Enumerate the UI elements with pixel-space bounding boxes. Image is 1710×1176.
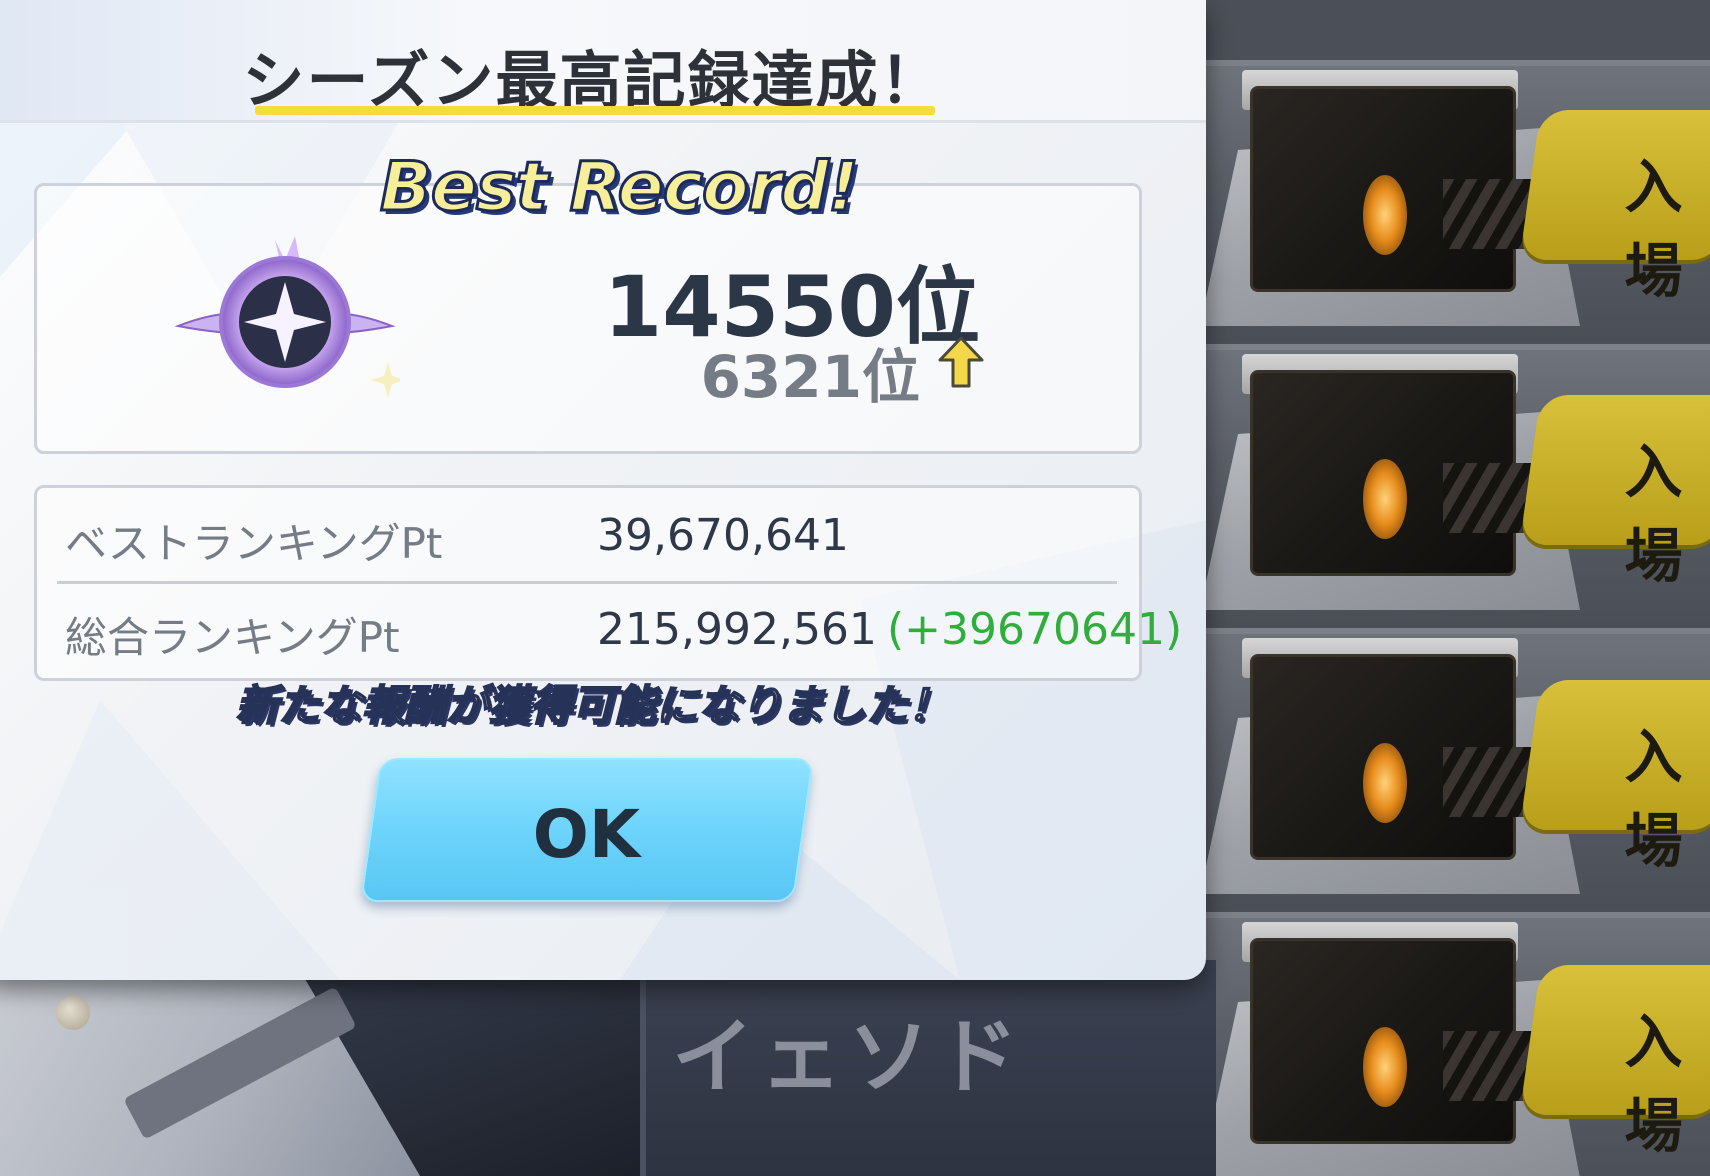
- enter-button-label: 入場: [1624, 1008, 1683, 1160]
- box-image: [1250, 938, 1553, 1144]
- enter-button[interactable]: 入場: [1519, 680, 1710, 875]
- box-light: [1363, 175, 1407, 255]
- total-ranking-pt-label: 総合ランキングPt: [65, 613, 400, 662]
- box-light: [1363, 1027, 1407, 1107]
- box-image: [1250, 370, 1553, 576]
- enter-button[interactable]: 入場: [1519, 965, 1710, 1160]
- table-row: ベストランキングPt 39,670,641: [37, 488, 1139, 582]
- enter-button[interactable]: 入場: [1519, 395, 1710, 590]
- enter-button[interactable]: 入場: [1519, 110, 1710, 305]
- title-underline: [255, 106, 935, 115]
- box-image: [1250, 86, 1553, 292]
- reward-available-message: 新たな報酬が獲得可能になりました！: [235, 680, 951, 731]
- enter-button-label: 入場: [1624, 438, 1683, 590]
- best-record-banner: Best Record!: [379, 147, 861, 229]
- season-best-record-dialog: シーズン最高記録達成！ Best Record! 14550位 6321位 ベス…: [0, 0, 1206, 980]
- ok-button-label: OK: [532, 796, 640, 873]
- character-name: イェソド: [672, 1010, 1025, 1105]
- box-light: [1363, 459, 1407, 539]
- ok-button[interactable]: OK: [359, 758, 815, 902]
- best-ranking-pt-label: ベストランキングPt: [65, 519, 443, 568]
- coat-button-decoration: [56, 996, 90, 1030]
- total-ranking-pt-delta: (+39670641): [887, 604, 1183, 655]
- best-ranking-pt-value: 39,670,641: [597, 510, 849, 561]
- rank-emblem-icon: [174, 236, 400, 398]
- box-light: [1363, 743, 1407, 823]
- total-ranking-pt-value: 215,992,561: [597, 604, 877, 655]
- box-image: [1250, 654, 1553, 860]
- points-table: ベストランキングPt 39,670,641 総合ランキングPt 215,992,…: [34, 485, 1182, 681]
- enter-button-label: 入場: [1624, 723, 1683, 875]
- rank-up-arrow-icon: [938, 336, 984, 388]
- table-row: 総合ランキングPt 215,992,561 (+39670641): [37, 582, 1182, 676]
- enter-button-label: 入場: [1624, 153, 1683, 305]
- previous-rank: 6321位: [700, 343, 920, 411]
